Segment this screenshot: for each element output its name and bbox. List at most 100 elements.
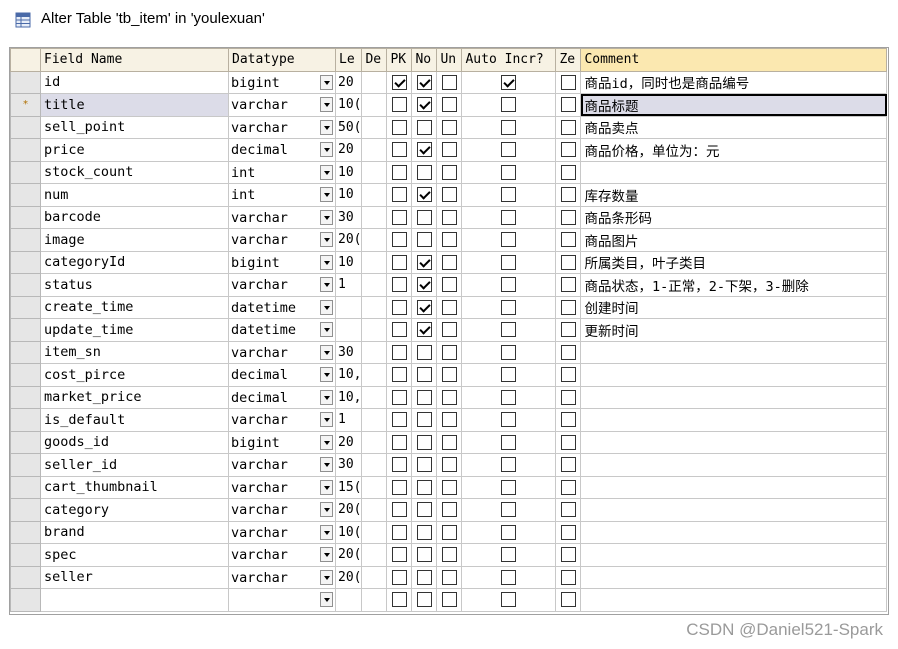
datatype-dropdown-icon[interactable] <box>320 547 333 562</box>
datatype-cell[interactable]: int <box>228 183 336 207</box>
length-cell[interactable]: 30 <box>334 340 363 364</box>
field-name-cell[interactable]: stock_count <box>40 160 229 184</box>
not-null-checkbox[interactable] <box>416 547 432 563</box>
column-row[interactable]: goods_id bigint 20 <box>10 430 888 454</box>
column-row[interactable]: seller varchar 20( <box>10 565 888 589</box>
row-selector[interactable] <box>10 273 41 297</box>
row-selector[interactable] <box>10 498 41 522</box>
unsigned-checkbox[interactable] <box>441 164 457 180</box>
row-selector[interactable] <box>10 430 41 454</box>
auto-incr-checkbox[interactable] <box>501 97 517 113</box>
datatype-cell[interactable]: decimal <box>228 138 336 162</box>
comment-cell[interactable] <box>580 498 888 522</box>
not-null-checkbox[interactable] <box>416 367 432 383</box>
field-name-cell[interactable]: cost_pirce <box>40 363 229 387</box>
col-header-unsigned[interactable]: Un <box>436 48 463 72</box>
datatype-cell[interactable]: bigint <box>228 70 336 94</box>
col-header-auto-incr[interactable]: Auto Incr? <box>461 48 557 72</box>
unsigned-checkbox[interactable] <box>441 277 457 293</box>
row-selector[interactable] <box>10 453 41 477</box>
not-null-checkbox[interactable] <box>416 97 432 113</box>
field-name-cell[interactable]: goods_id <box>40 430 229 454</box>
unsigned-checkbox[interactable] <box>441 187 457 203</box>
datatype-cell[interactable]: varchar <box>228 228 336 252</box>
comment-cell[interactable] <box>580 588 888 612</box>
auto-incr-checkbox[interactable] <box>501 74 517 90</box>
datatype-dropdown-icon[interactable] <box>320 322 333 337</box>
comment-cell[interactable]: 库存数量 <box>580 183 888 207</box>
row-selector[interactable] <box>10 318 41 342</box>
datatype-dropdown-icon[interactable] <box>320 434 333 450</box>
zerofill-checkbox[interactable] <box>560 502 576 518</box>
length-cell[interactable]: 30 <box>334 453 363 477</box>
length-cell[interactable]: 20 <box>334 138 363 162</box>
zerofill-checkbox[interactable] <box>560 412 576 428</box>
length-cell[interactable]: 10, <box>334 385 363 409</box>
auto-incr-checkbox[interactable] <box>501 277 517 293</box>
auto-incr-checkbox[interactable] <box>501 367 517 383</box>
column-row[interactable]: id bigint 20 商品id，同时也是商品编号 <box>10 70 888 94</box>
field-name-cell[interactable]: seller_id <box>40 453 229 477</box>
field-name-cell[interactable]: image <box>40 228 229 252</box>
default-cell[interactable] <box>361 588 388 612</box>
unsigned-checkbox[interactable] <box>441 502 457 518</box>
zerofill-checkbox[interactable] <box>560 434 576 450</box>
row-selector[interactable] <box>10 250 41 274</box>
column-row[interactable]: stock_count int 10 <box>10 160 888 184</box>
not-null-checkbox[interactable] <box>416 232 432 248</box>
datatype-cell[interactable]: varchar <box>228 565 336 589</box>
length-cell[interactable]: 10 <box>334 160 363 184</box>
row-selector[interactable] <box>10 205 41 229</box>
length-cell[interactable]: 20 <box>334 430 363 454</box>
row-selector[interactable] <box>10 138 41 162</box>
unsigned-checkbox[interactable] <box>441 479 457 495</box>
pk-checkbox[interactable] <box>391 209 407 225</box>
default-cell[interactable] <box>361 520 388 544</box>
field-name-cell[interactable]: update_time <box>40 318 229 342</box>
zerofill-checkbox[interactable] <box>560 569 576 585</box>
default-cell[interactable] <box>361 318 388 342</box>
row-selector[interactable] <box>10 543 41 567</box>
comment-cell[interactable]: 商品图片 <box>580 228 888 252</box>
default-cell[interactable] <box>361 543 388 567</box>
unsigned-checkbox[interactable] <box>441 142 457 158</box>
field-name-cell[interactable]: sell_point <box>40 115 229 139</box>
col-header-pk[interactable]: PK <box>386 48 413 72</box>
column-row[interactable] <box>10 588 888 612</box>
unsigned-checkbox[interactable] <box>441 344 457 360</box>
datatype-dropdown-icon[interactable] <box>320 97 333 112</box>
zerofill-checkbox[interactable] <box>560 322 576 338</box>
datatype-cell[interactable]: varchar <box>228 475 336 499</box>
comment-cell[interactable]: 商品卖点 <box>580 115 888 139</box>
pk-checkbox[interactable] <box>391 479 407 495</box>
row-selector[interactable] <box>10 70 41 94</box>
field-name-cell[interactable]: create_time <box>40 295 229 319</box>
datatype-cell[interactable]: varchar <box>228 273 336 297</box>
not-null-checkbox[interactable] <box>416 592 432 608</box>
auto-incr-checkbox[interactable] <box>501 592 517 608</box>
datatype-cell[interactable]: varchar <box>228 453 336 477</box>
pk-checkbox[interactable] <box>391 74 407 90</box>
column-row[interactable]: spec varchar 20( <box>10 543 888 567</box>
pk-checkbox[interactable] <box>391 164 407 180</box>
pk-checkbox[interactable] <box>391 254 407 270</box>
default-cell[interactable] <box>361 363 388 387</box>
zerofill-checkbox[interactable] <box>560 119 576 135</box>
pk-checkbox[interactable] <box>391 344 407 360</box>
comment-cell[interactable] <box>580 565 888 589</box>
length-cell[interactable]: 20 <box>334 70 363 94</box>
column-row[interactable]: image varchar 20(商品图片 <box>10 228 888 252</box>
length-cell[interactable]: 1 <box>334 408 363 432</box>
auto-incr-checkbox[interactable] <box>501 254 517 270</box>
datatype-cell[interactable]: varchar <box>228 93 336 117</box>
unsigned-checkbox[interactable] <box>441 457 457 473</box>
not-null-checkbox[interactable] <box>416 164 432 180</box>
length-cell[interactable]: 20( <box>334 543 363 567</box>
default-cell[interactable] <box>361 385 388 409</box>
unsigned-checkbox[interactable] <box>441 592 457 608</box>
auto-incr-checkbox[interactable] <box>501 434 517 450</box>
default-cell[interactable] <box>361 408 388 432</box>
length-cell[interactable]: 10 <box>334 250 363 274</box>
row-selector[interactable] <box>10 385 41 409</box>
zerofill-checkbox[interactable] <box>560 187 576 203</box>
